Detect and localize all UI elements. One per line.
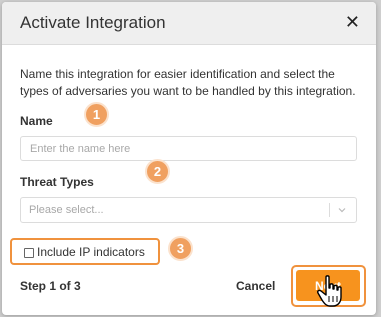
name-label: Name xyxy=(20,114,53,128)
threat-types-placeholder: Please select... xyxy=(29,204,104,216)
dialog-title: Activate Integration xyxy=(20,13,166,32)
threat-types-select[interactable]: Please select... xyxy=(20,197,357,223)
include-ip-checkbox[interactable] xyxy=(24,248,34,258)
select-separator xyxy=(329,203,330,217)
include-ip-label[interactable]: Include IP indicators xyxy=(37,245,145,259)
dialog-description: Name this integration for easier identif… xyxy=(20,67,356,98)
annotation-badge-3: 3 xyxy=(168,236,193,261)
next-button[interactable]: Next xyxy=(296,270,360,301)
include-ip-highlight: Include IP indicators xyxy=(10,238,160,265)
cancel-button[interactable]: Cancel xyxy=(236,279,275,293)
step-indicator: Step 1 of 3 xyxy=(20,279,81,293)
close-icon[interactable]: ✕ xyxy=(345,12,360,32)
dialog-header: Activate Integration ✕ xyxy=(2,2,376,45)
name-input[interactable] xyxy=(20,136,357,161)
threat-types-label: Threat Types xyxy=(20,175,94,189)
activate-integration-dialog: Activate Integration ✕ Name this integra… xyxy=(2,2,376,315)
annotation-badge-1: 1 xyxy=(84,102,109,127)
chevron-down-icon[interactable] xyxy=(336,204,348,216)
annotation-badge-2: 2 xyxy=(145,159,170,184)
